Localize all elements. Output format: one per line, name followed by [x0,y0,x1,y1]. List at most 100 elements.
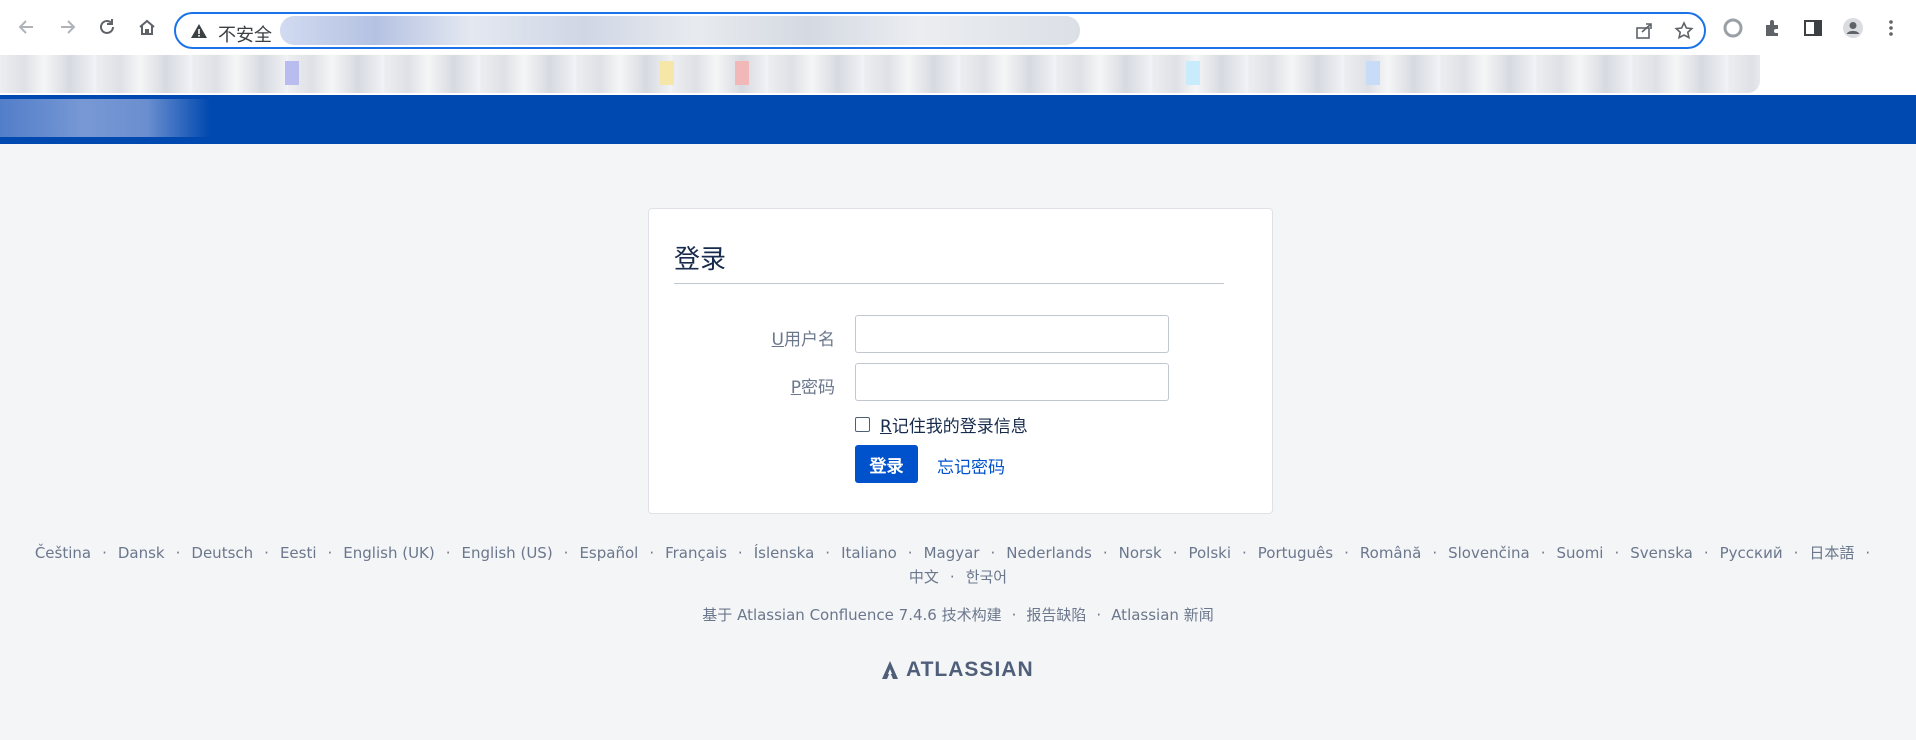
share-icon[interactable] [1634,21,1654,41]
password-input[interactable] [855,363,1169,401]
language-link[interactable]: Deutsch [191,541,253,565]
language-link[interactable]: English (US) [462,541,553,565]
language-link[interactable]: Magyar [924,541,980,565]
side-panel-icon[interactable] [1802,17,1824,39]
language-separator: · [1614,544,1620,562]
language-link[interactable]: Français [665,541,727,565]
language-link[interactable]: Slovenčina [1448,541,1530,565]
language-link[interactable]: 日本語 [1809,541,1854,565]
language-link[interactable]: Eesti [280,541,317,565]
language-link[interactable]: English (UK) [343,541,434,565]
username-label-text: 用户名 [784,330,835,350]
language-link[interactable]: Português [1258,541,1333,565]
puzzle-icon[interactable] [1762,17,1784,39]
menu-dots-icon[interactable] [1880,17,1902,39]
forgot-password-link[interactable]: 忘记密码 [937,453,1005,478]
home-button[interactable] [134,14,160,40]
language-link[interactable]: 中文 [909,565,939,589]
back-button[interactable] [14,14,40,40]
password-label-text: 密码 [801,378,835,398]
reload-button[interactable] [94,14,120,40]
language-separator: · [1793,544,1799,562]
language-separator: · [175,544,181,562]
confluence-header [0,95,1916,144]
language-separator: · [1540,544,1546,562]
remember-label[interactable]: R记住我的登录信息 [880,412,1028,437]
language-link[interactable]: Svenska [1630,541,1693,565]
atlassian-logo[interactable]: ATLASSIAN [880,656,1034,684]
home-icon [139,19,155,35]
bookmarks-bar [0,55,1916,95]
language-separator: · [1703,544,1709,562]
language-link[interactable]: Русский [1720,541,1783,565]
language-separator: · [563,544,569,562]
language-separator: · [649,544,655,562]
username-accesskey: U [771,330,784,350]
language-separator: · [102,544,107,562]
extension-circle-icon[interactable] [1722,17,1744,39]
language-separator: · [825,544,831,562]
bookmark-favicon[interactable] [285,61,299,85]
language-separator: · [1432,544,1438,562]
password-label: P密码 [655,373,835,398]
arrow-right-icon [61,20,76,34]
remember-checkbox[interactable] [855,417,870,432]
security-status[interactable]: 不安全 [218,21,272,47]
footer-separator: · [1011,606,1017,624]
bookmark-favicon[interactable] [660,61,674,85]
language-separator: · [990,544,996,562]
language-link[interactable]: Íslenska [754,541,815,565]
language-link[interactable]: Polski [1188,541,1231,565]
login-title: 登录 [674,245,727,275]
url-text[interactable] [280,16,1080,45]
username-label: U用户名 [655,325,835,350]
star-icon[interactable] [1674,21,1694,41]
report-bug-link[interactable]: 报告缺陷 [1026,606,1086,624]
language-separator: · [327,544,333,562]
profile-avatar-icon[interactable] [1842,17,1864,39]
bookmark-favicon[interactable] [1366,61,1380,85]
atlassian-wordmark: ATLASSIAN [906,658,1034,681]
language-link[interactable]: Español [579,541,638,565]
login-panel: 登录 U用户名 P密码 R记住我的登录信息 登录 忘记密码 [648,208,1273,514]
site-logo[interactable] [0,99,210,137]
language-list: Čeština · Dansk · Deutsch · Eesti · English (UK)… [20,541,1896,589]
browser-toolbar: 不安全 [0,0,1916,55]
address-bar[interactable]: 不安全 [174,12,1706,49]
remember-label-text: 记住我的登录信息 [891,417,1028,437]
forward-button[interactable] [54,14,80,40]
password-accesskey: P [790,378,801,398]
bookmark-favicon[interactable] [735,61,749,85]
language-separator: · [1102,544,1108,562]
language-separator: · [1172,544,1178,562]
language-separator: · [1242,544,1247,562]
warning-icon [191,24,207,38]
footer-links: 基于 Atlassian Confluence 7.4.6 技术构建 · 报告缺陷 ·… [0,604,1916,625]
language-link[interactable]: 한국어 [966,565,1007,589]
username-input[interactable] [855,315,1169,353]
remember-me[interactable]: R记住我的登录信息 [855,412,1028,437]
language-link[interactable]: Italiano [841,541,897,565]
powered-by-link[interactable]: 基于 Atlassian Confluence 7.4.6 技术构建 [702,606,1001,624]
language-link[interactable]: Čeština [35,541,91,565]
language-link[interactable]: Norsk [1119,541,1162,565]
language-separator: · [1344,544,1349,562]
language-separator: · [1865,544,1871,562]
title-divider [674,283,1224,284]
language-separator: · [264,544,269,562]
login-button[interactable]: 登录 [855,445,918,483]
atlassian-mark-icon [882,661,898,679]
arrow-left-icon [18,20,33,34]
footer-separator: · [1096,606,1102,624]
atlassian-news-link[interactable]: Atlassian 新闻 [1111,606,1214,624]
language-link[interactable]: Nederlands [1006,541,1092,565]
language-separator: · [445,544,451,562]
language-link[interactable]: Română [1360,541,1421,565]
remember-accesskey: R [880,417,892,437]
language-separator: · [949,568,955,586]
reload-icon [100,19,114,34]
language-link[interactable]: Suomi [1556,541,1603,565]
bookmarks-blurred[interactable] [0,55,1760,93]
bookmark-favicon[interactable] [1186,61,1200,85]
language-link[interactable]: Dansk [118,541,165,565]
